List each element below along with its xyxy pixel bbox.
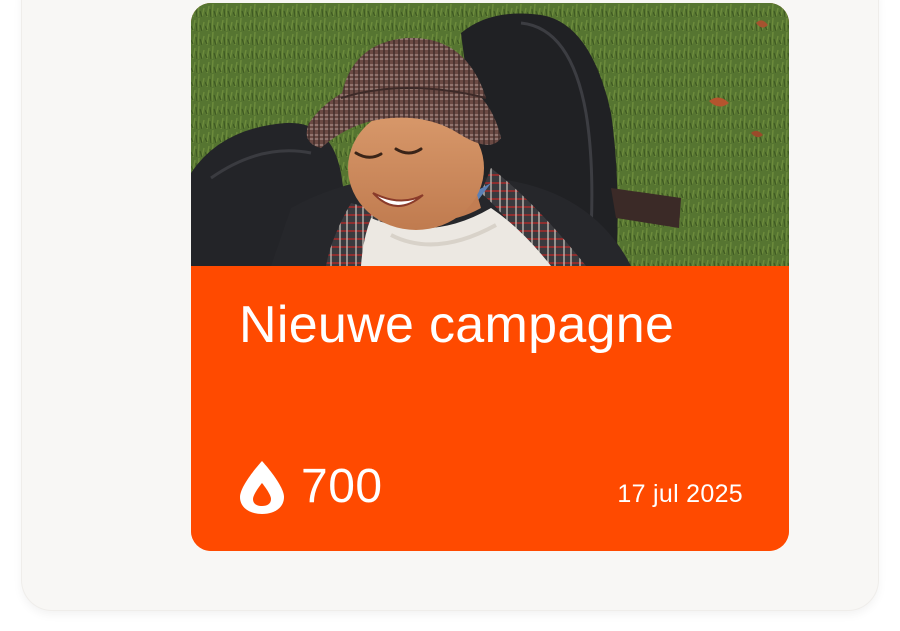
campaign-title: Nieuwe campagne bbox=[239, 296, 675, 354]
drop-icon bbox=[240, 461, 284, 514]
campaign-date: 17 jul 2025 bbox=[617, 480, 743, 508]
points-row: 700 bbox=[237, 459, 383, 515]
campaign-info: Nieuwe campagne 700 17 jul 2025 bbox=[191, 266, 789, 551]
campaign-card[interactable]: Nieuwe campagne 700 17 jul 2025 bbox=[191, 3, 789, 551]
campaign-photo bbox=[191, 3, 789, 266]
points-value: 700 bbox=[301, 460, 383, 513]
